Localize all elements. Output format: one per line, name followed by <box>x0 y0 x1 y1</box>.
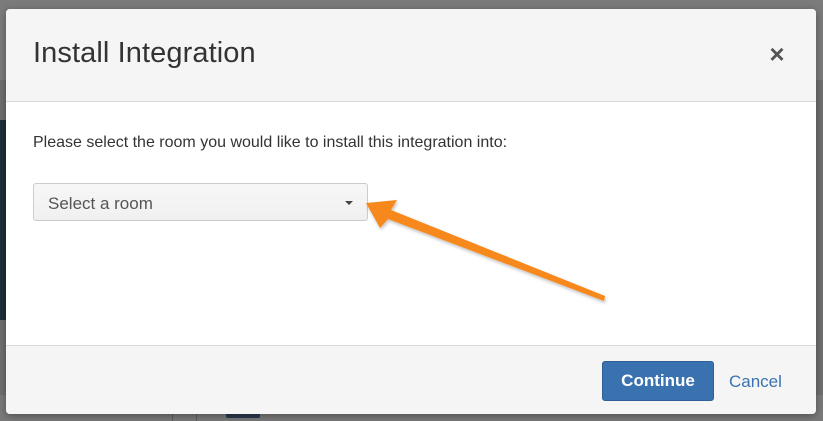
arrow-shape <box>366 200 605 301</box>
page: Install Integration × Please select the … <box>0 0 823 421</box>
install-integration-dialog: Install Integration × Please select the … <box>6 9 816 414</box>
orange-arrow-annotation <box>366 200 605 301</box>
